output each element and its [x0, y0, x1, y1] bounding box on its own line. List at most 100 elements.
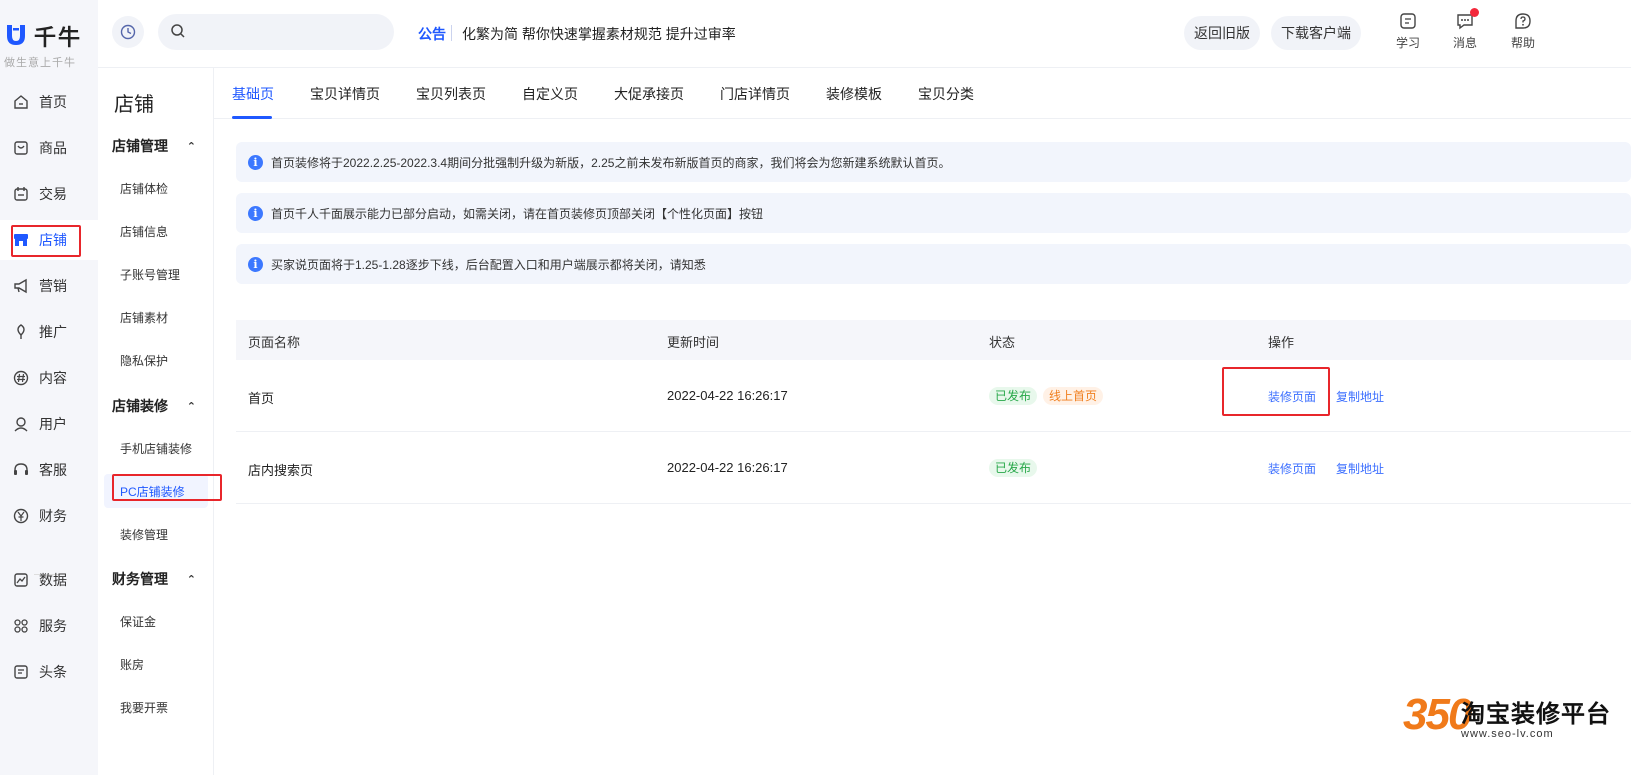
copy-address-link[interactable]: 复制地址	[1336, 462, 1384, 476]
nav-item-label: 内容	[39, 370, 67, 386]
hash-icon	[12, 369, 30, 387]
nav-item-data[interactable]: 数据	[0, 560, 98, 600]
subnav-item-privacy[interactable]: 隐私保护	[104, 343, 208, 377]
info-icon: i	[248, 205, 263, 221]
active-tab-indicator	[232, 116, 272, 119]
decorate-page-link[interactable]: 装修页面	[1268, 462, 1316, 476]
nav-item-label: 商品	[39, 140, 67, 156]
online-homepage-badge: 线上首页	[1043, 387, 1104, 405]
yen-icon	[12, 507, 30, 525]
table-row: 店内搜索页 2022-04-22 16:26:17 已发布 装修页面 复制地址	[236, 432, 1631, 504]
search-input[interactable]	[158, 14, 394, 50]
clock-icon	[120, 24, 136, 40]
messages-label: 消息	[1452, 36, 1477, 50]
subnav-item-deposit[interactable]: 保证金	[104, 604, 208, 638]
nav-item-label: 数据	[39, 572, 67, 588]
subnav-item-mobile-decoration[interactable]: 手机店铺装修	[104, 431, 208, 465]
info-icon: i	[248, 154, 263, 170]
nav-item-label: 服务	[39, 618, 67, 634]
messages-button[interactable]: 消息	[1445, 8, 1485, 56]
group-label: 财务管理	[112, 571, 168, 587]
goods-icon	[12, 139, 30, 157]
subnav-item-ledger[interactable]: 账房	[104, 647, 208, 681]
nav-item-label: 推广	[39, 324, 67, 340]
tab-store-detail[interactable]: 门店详情页	[720, 84, 790, 104]
column-header: 更新时间	[667, 335, 720, 350]
watermark-title: 淘宝装修平台	[1461, 701, 1611, 728]
section-title: 店铺	[114, 94, 154, 116]
tab-item-categories[interactable]: 宝贝分类	[918, 84, 974, 104]
notice-banner: i 首页装修将于2022.2.25-2022.3.4期间分批强制升级为新版，2.…	[236, 142, 1631, 182]
nav-item-finance[interactable]: 财务	[0, 496, 98, 536]
group-shop-decoration[interactable]: 店铺装修 ⌃	[112, 396, 208, 416]
subnav-item-shop-assets[interactable]: 店铺素材	[104, 300, 208, 334]
announcement-tag[interactable]: 公告	[418, 24, 446, 44]
help-button[interactable]: 帮助	[1503, 12, 1543, 56]
headset-icon	[12, 461, 30, 479]
promote-icon	[12, 323, 30, 341]
nav-item-home[interactable]: 首页	[0, 82, 98, 122]
notice-text: 首页千人千面展示能力已部分启动，如需关闭，请在首页装修页顶部关闭【个性化页面】按…	[271, 206, 764, 221]
nav-item-users[interactable]: 用户	[0, 404, 98, 444]
chart-icon	[12, 571, 30, 589]
nav-item-content[interactable]: 内容	[0, 358, 98, 398]
table-row: 首页 2022-04-22 16:26:17 已发布 线上首页 装修页面 复制地址	[236, 360, 1631, 432]
notice-banner: i 买家说页面将于1.25-1.28逐步下线，后台配置入口和用户端展示都将关闭，…	[236, 244, 1631, 284]
notice-text: 首页装修将于2022.2.25-2022.3.4期间分批强制升级为新版，2.25…	[271, 155, 951, 170]
group-finance-management[interactable]: 财务管理 ⌃	[112, 569, 208, 589]
subnav-item-decoration-management[interactable]: 装修管理	[104, 517, 208, 551]
column-header: 页面名称	[248, 335, 301, 350]
tab-item-detail[interactable]: 宝贝详情页	[310, 84, 380, 104]
nav-item-label: 财务	[39, 508, 67, 524]
nav-item-label: 头条	[39, 664, 67, 680]
group-label: 店铺管理	[112, 138, 168, 154]
tab-templates[interactable]: 装修模板	[826, 84, 882, 104]
news-icon	[12, 663, 30, 681]
tab-custom-page[interactable]: 自定义页	[522, 84, 578, 104]
subnav-item-shop-checkup[interactable]: 店铺体检	[104, 171, 208, 205]
chevron-up-icon: ⌃	[186, 573, 196, 586]
tab-promotion-page[interactable]: 大促承接页	[614, 84, 684, 104]
notice-banner: i 首页千人千面展示能力已部分启动，如需关闭，请在首页装修页顶部关闭【个性化页面…	[236, 193, 1631, 233]
table-header: 页面名称 更新时间 状态 操作	[236, 320, 1631, 360]
brand-name: 千牛	[34, 25, 83, 50]
user-icon	[12, 415, 30, 433]
announcement-text[interactable]: 化繁为简 帮你快速掌握素材规范 提升过审率	[462, 24, 736, 44]
home-icon	[12, 93, 30, 111]
nav-item-goods[interactable]: 商品	[0, 128, 98, 168]
tab-item-list[interactable]: 宝贝列表页	[416, 84, 486, 104]
secondary-sidebar: 店铺 店铺管理 ⌃ 店铺体检 店铺信息 子账号管理 店铺素材 隐私保护 店铺装修…	[98, 68, 214, 775]
brand-slogan: 做生意上千牛	[4, 57, 76, 69]
page-name: 店内搜索页	[248, 463, 314, 478]
old-version-button[interactable]: 返回旧版	[1184, 16, 1260, 50]
nav-item-promote[interactable]: 推广	[0, 312, 98, 352]
status-cell: 已发布 线上首页	[989, 387, 1109, 405]
history-button[interactable]	[112, 16, 144, 48]
apps-icon	[12, 617, 30, 635]
logo[interactable]: 千牛 做生意上千牛	[4, 18, 94, 73]
group-shop-management[interactable]: 店铺管理 ⌃	[112, 136, 208, 156]
unread-dot	[1470, 8, 1479, 17]
copy-address-link[interactable]: 复制地址	[1336, 390, 1384, 404]
learn-label: 学习	[1395, 36, 1420, 50]
learn-button[interactable]: 学习	[1388, 12, 1428, 56]
nav-item-marketing[interactable]: 营销	[0, 266, 98, 306]
nav-item-news[interactable]: 头条	[0, 652, 98, 692]
download-client-button[interactable]: 下载客户端	[1271, 16, 1361, 50]
megaphone-icon	[12, 277, 30, 295]
actions-cell: 装修页面 复制地址	[1268, 460, 1404, 477]
subnav-item-invoice[interactable]: 我要开票	[104, 690, 208, 724]
watermark-logo: 350 淘宝装修平台 www.seo-lv.com	[1403, 690, 1628, 772]
subnav-item-shop-info[interactable]: 店铺信息	[104, 214, 208, 248]
help-icon	[1515, 13, 1531, 29]
nav-item-service[interactable]: 客服	[0, 450, 98, 490]
trade-icon	[12, 185, 30, 203]
nav-item-services[interactable]: 服务	[0, 606, 98, 646]
subnav-item-subaccounts[interactable]: 子账号管理	[104, 257, 208, 291]
main-content: 基础页 宝贝详情页 宝贝列表页 自定义页 大促承接页 门店详情页 装修模板 宝贝…	[214, 68, 1631, 775]
app-root: 千牛 做生意上千牛 首页 商品 交易 店铺 营销 推广 内容 用户 客服 财务 …	[0, 0, 1631, 775]
update-time: 2022-04-22 16:26:17	[667, 388, 788, 403]
tab-basic-pages[interactable]: 基础页	[232, 84, 274, 104]
chevron-up-icon: ⌃	[186, 140, 196, 153]
nav-item-trade[interactable]: 交易	[0, 174, 98, 214]
